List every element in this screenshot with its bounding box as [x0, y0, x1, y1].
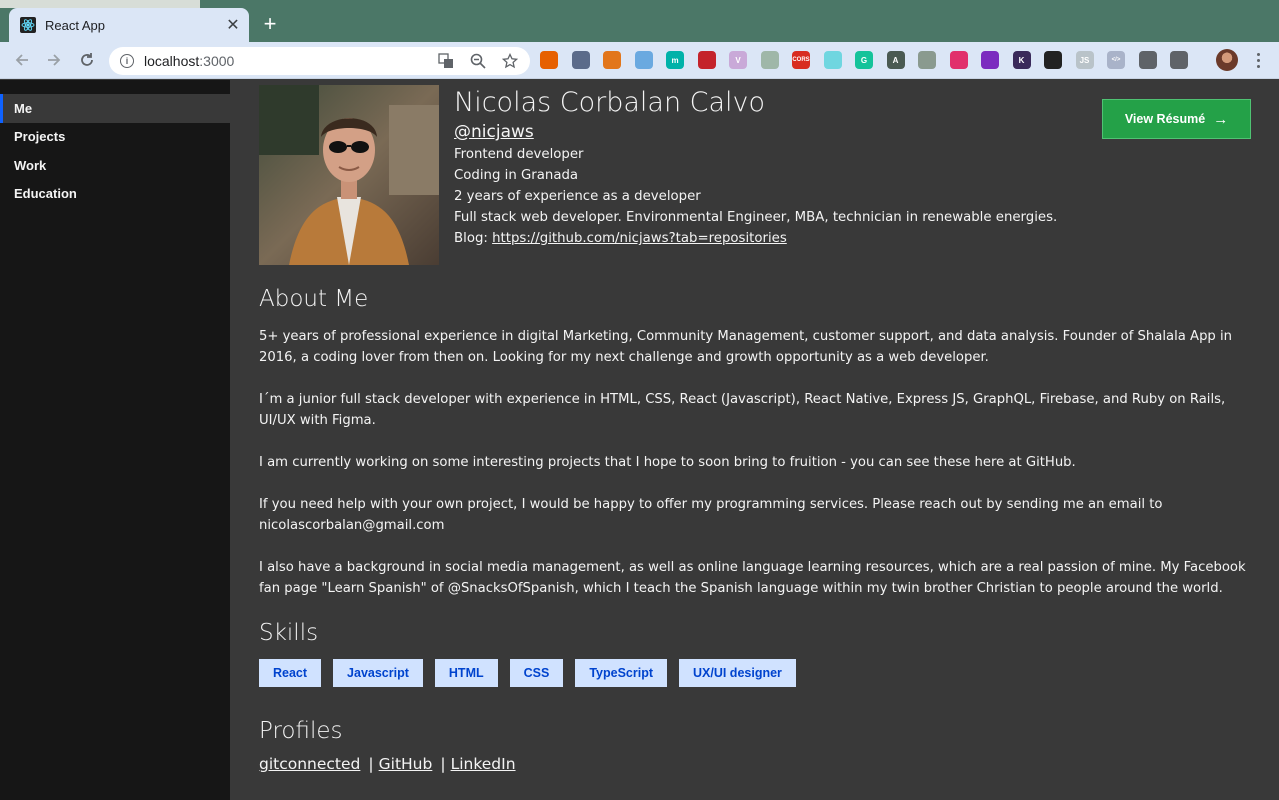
tab-strip-edge — [0, 0, 200, 8]
gitconnected-link[interactable]: gitconnected — [259, 755, 360, 773]
view-resume-button[interactable]: View Résumé → — [1102, 99, 1251, 139]
sidebar-item-label: Education — [14, 186, 77, 202]
js-ext-icon[interactable]: JS — [1075, 51, 1094, 69]
arrow-right-icon: → — [1213, 110, 1229, 128]
skills-title: Skills — [259, 620, 319, 646]
link-separator: | — [440, 755, 446, 773]
profiles-title: Profiles — [259, 718, 343, 744]
url-host: localhost — [144, 53, 200, 69]
browser-menu-icon[interactable] — [1250, 49, 1266, 71]
view-resume-label: View Résumé — [1124, 112, 1206, 126]
profile-header: Nicolas Corbalan Calvo @nicjaws Frontend… — [454, 88, 1094, 249]
extensions-toolbar: m V CORS G A K JS </> — [540, 48, 1202, 72]
cors-ext-icon[interactable]: CORS — [792, 51, 810, 69]
sidebar-item-projects[interactable]: Projects — [0, 123, 230, 152]
address-bar[interactable]: i localhost:3000 — [109, 47, 530, 75]
puzzle-extensions-icon[interactable] — [1138, 51, 1157, 69]
about-paragraph: If you need help with your own project, … — [259, 497, 1163, 533]
forward-arrow-icon[interactable] — [42, 48, 66, 72]
close-tab-icon[interactable]: ✕ — [221, 13, 245, 37]
profile-summary: Full stack web developer. Environmental … — [454, 210, 1058, 225]
code-ext-icon[interactable]: </> — [1107, 51, 1125, 69]
vue-devtools-icon[interactable]: V — [729, 51, 747, 69]
skill-tag[interactable]: React — [259, 659, 322, 687]
tool-ext-icon[interactable] — [571, 51, 590, 69]
instagram-ext-icon[interactable] — [949, 51, 968, 69]
skill-tag[interactable]: UX/UI designer — [679, 659, 796, 687]
tab-title: React App — [45, 17, 105, 33]
stats-ext-icon[interactable] — [918, 51, 936, 69]
link-separator: | — [368, 755, 374, 773]
cyan-ext-icon[interactable] — [823, 51, 842, 69]
profile-blog: Blog: https://github.com/nicjaws?tab=rep… — [454, 228, 1094, 249]
profiles-links: gitconnected | GitHub | LinkedIn — [259, 755, 516, 773]
about-paragraph: 5+ years of professional experience in d… — [259, 329, 1233, 365]
react-favicon-icon — [20, 17, 36, 33]
reading-list-icon[interactable] — [1170, 51, 1188, 69]
m-ext-icon[interactable]: m — [666, 51, 684, 69]
sidebar-item-label: Projects — [14, 129, 66, 145]
sidebar-nav: Me Projects Work Education — [0, 80, 230, 800]
browser-tab-bar: React App ✕ + — [0, 0, 1279, 42]
site-info-icon[interactable]: i — [120, 54, 134, 68]
page: Me Projects Work Education Nicolas Corba… — [0, 80, 1279, 800]
profile-experience: 2 years of experience as a developer — [454, 189, 701, 204]
profile-photo — [259, 85, 439, 265]
sidebar-item-education[interactable]: Education — [0, 180, 230, 209]
about-paragraph: I´m a junior full stack developer with e… — [259, 392, 1226, 428]
chart-ext-icon[interactable] — [981, 51, 999, 69]
sidebar-item-me[interactable]: Me — [0, 94, 230, 123]
red-ext-icon[interactable] — [697, 51, 716, 69]
back-arrow-icon[interactable] — [10, 48, 34, 72]
profile-name: Nicolas Corbalan Calvo — [454, 87, 766, 118]
translate-icon[interactable] — [434, 49, 458, 73]
sidebar-item-label: Work — [14, 157, 47, 173]
about-title: About Me — [259, 286, 369, 312]
profile-handle-link[interactable]: @nicjaws — [454, 122, 534, 142]
about-paragraph: I am currently working on some interesti… — [259, 455, 1076, 470]
bookmark-star-icon[interactable] — [498, 49, 522, 73]
browser-profile-avatar[interactable] — [1216, 49, 1238, 71]
blog-link[interactable]: https://github.com/nicjaws?tab=repositor… — [492, 231, 787, 246]
sidebar-item-label: Me — [14, 100, 33, 116]
skill-tag[interactable]: CSS — [509, 659, 564, 687]
frame-ext-icon[interactable] — [1044, 51, 1062, 69]
skill-tag[interactable]: Javascript — [333, 659, 423, 687]
k-ext-icon[interactable]: K — [1012, 51, 1031, 69]
profile-role: Frontend developer — [454, 147, 584, 162]
zoom-out-icon[interactable] — [466, 49, 490, 73]
grammarly-icon[interactable]: G — [855, 51, 873, 69]
linkedin-link[interactable]: LinkedIn — [451, 755, 516, 773]
profile-location: Coding in Granada — [454, 168, 579, 183]
sync-ext-icon[interactable] — [634, 51, 653, 69]
skill-tag[interactable]: TypeScript — [575, 659, 667, 687]
about-section: 5+ years of professional experience in d… — [259, 326, 1254, 620]
timer-ext-icon[interactable] — [760, 51, 779, 69]
url-text[interactable]: localhost:3000 — [144, 53, 434, 69]
browser-tab[interactable]: React App ✕ — [9, 8, 249, 42]
a-ext-icon[interactable]: A — [886, 51, 905, 69]
new-tab-button[interactable]: + — [258, 11, 282, 36]
metamask-icon[interactable] — [603, 51, 621, 69]
about-paragraph: I also have a background in social media… — [259, 560, 1246, 596]
sidebar-item-work[interactable]: Work — [0, 151, 230, 180]
reload-icon[interactable] — [75, 48, 99, 72]
browser-toolbar: i localhost:3000 m V CORS G A K JS </> — [0, 42, 1279, 79]
blog-label: Blog: — [454, 231, 493, 246]
fox-ext-icon[interactable] — [540, 51, 558, 69]
github-link[interactable]: GitHub — [379, 755, 433, 773]
url-port: :3000 — [199, 53, 235, 69]
skill-tag[interactable]: HTML — [434, 659, 498, 687]
skills-list: React Javascript HTML CSS TypeScript UX/… — [259, 659, 808, 687]
